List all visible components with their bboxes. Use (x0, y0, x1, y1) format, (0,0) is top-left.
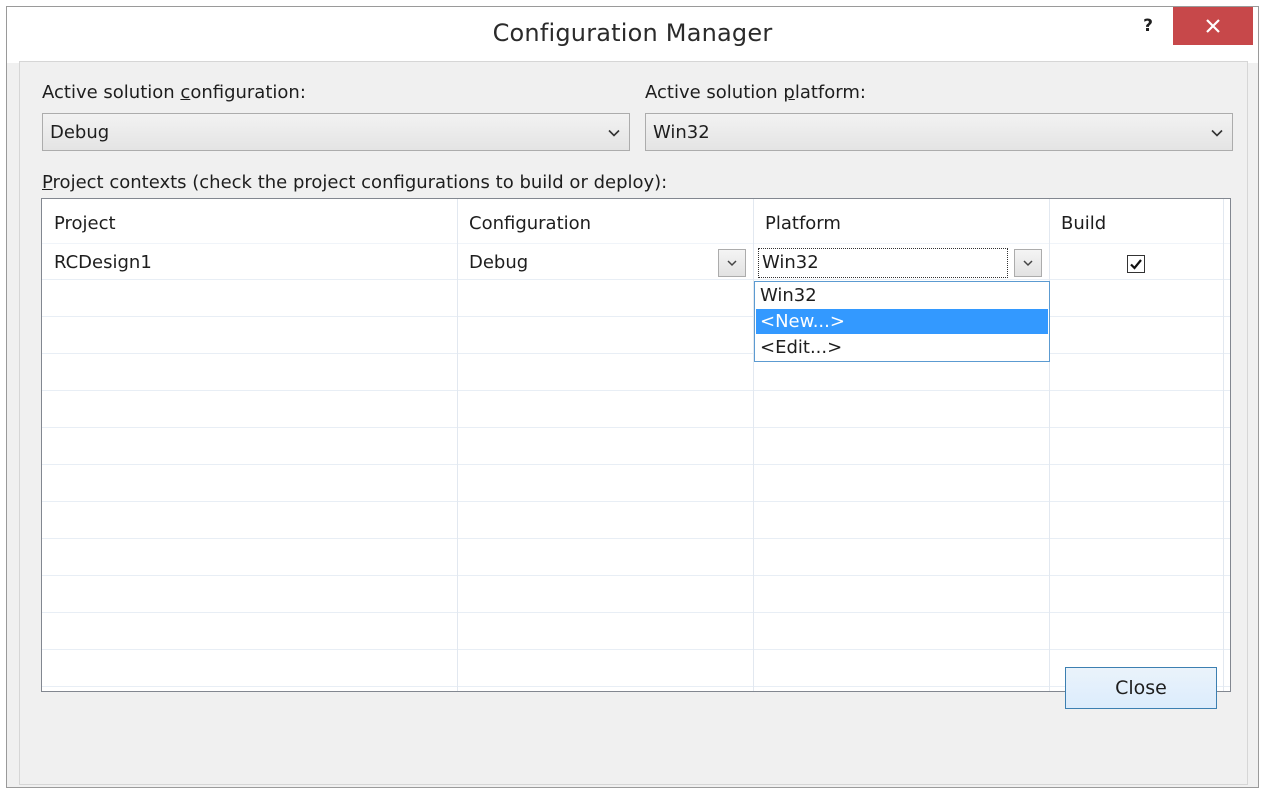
build-checkbox[interactable] (1127, 255, 1145, 273)
chevron-down-icon (608, 129, 620, 137)
chevron-down-icon (1023, 260, 1033, 267)
active-platform-combobox[interactable]: Win32 (645, 113, 1233, 151)
title-bar: Configuration Manager ? (7, 7, 1258, 63)
dropdown-item-new[interactable]: <New...> (756, 309, 1048, 334)
column-header-platform[interactable]: Platform (753, 199, 1049, 243)
help-button[interactable]: ? (1135, 13, 1161, 39)
project-contexts-label: Project contexts (check the project conf… (42, 172, 668, 193)
active-config-value: Debug (50, 122, 110, 143)
configuration-dropdown-button[interactable] (718, 249, 746, 277)
window-close-button[interactable] (1173, 7, 1253, 45)
project-name-cell: RCDesign1 (54, 252, 152, 273)
dropdown-item-win32[interactable]: Win32 (756, 283, 1048, 308)
close-button[interactable]: Close (1065, 667, 1217, 709)
platform-cell-value: Win32 (762, 252, 819, 273)
active-platform-value: Win32 (653, 122, 710, 143)
configuration-manager-dialog: Configuration Manager ? Active solution … (6, 6, 1259, 788)
window-title: Configuration Manager (492, 19, 773, 47)
dropdown-item-edit[interactable]: <Edit...> (756, 335, 1048, 360)
checkmark-icon (1130, 259, 1142, 270)
close-icon (1206, 19, 1220, 33)
chevron-down-icon (727, 260, 737, 267)
column-header-project[interactable]: Project (42, 199, 457, 243)
column-header-build[interactable]: Build (1049, 199, 1223, 243)
chevron-down-icon (1211, 129, 1223, 137)
platform-dropdown-button[interactable] (1014, 249, 1042, 277)
project-contexts-grid: Project Configuration Platform Build RCD… (41, 198, 1231, 692)
platform-cell-combobox[interactable]: Win32 (758, 248, 1008, 278)
column-header-configuration[interactable]: Configuration (457, 199, 753, 243)
configuration-cell-value[interactable]: Debug (469, 252, 528, 273)
platform-dropdown-list: Win32 <New...> <Edit...> (754, 281, 1050, 362)
active-config-label: Active solution configuration: (42, 82, 306, 103)
active-platform-label: Active solution platform: (645, 82, 866, 103)
active-config-combobox[interactable]: Debug (42, 113, 630, 151)
